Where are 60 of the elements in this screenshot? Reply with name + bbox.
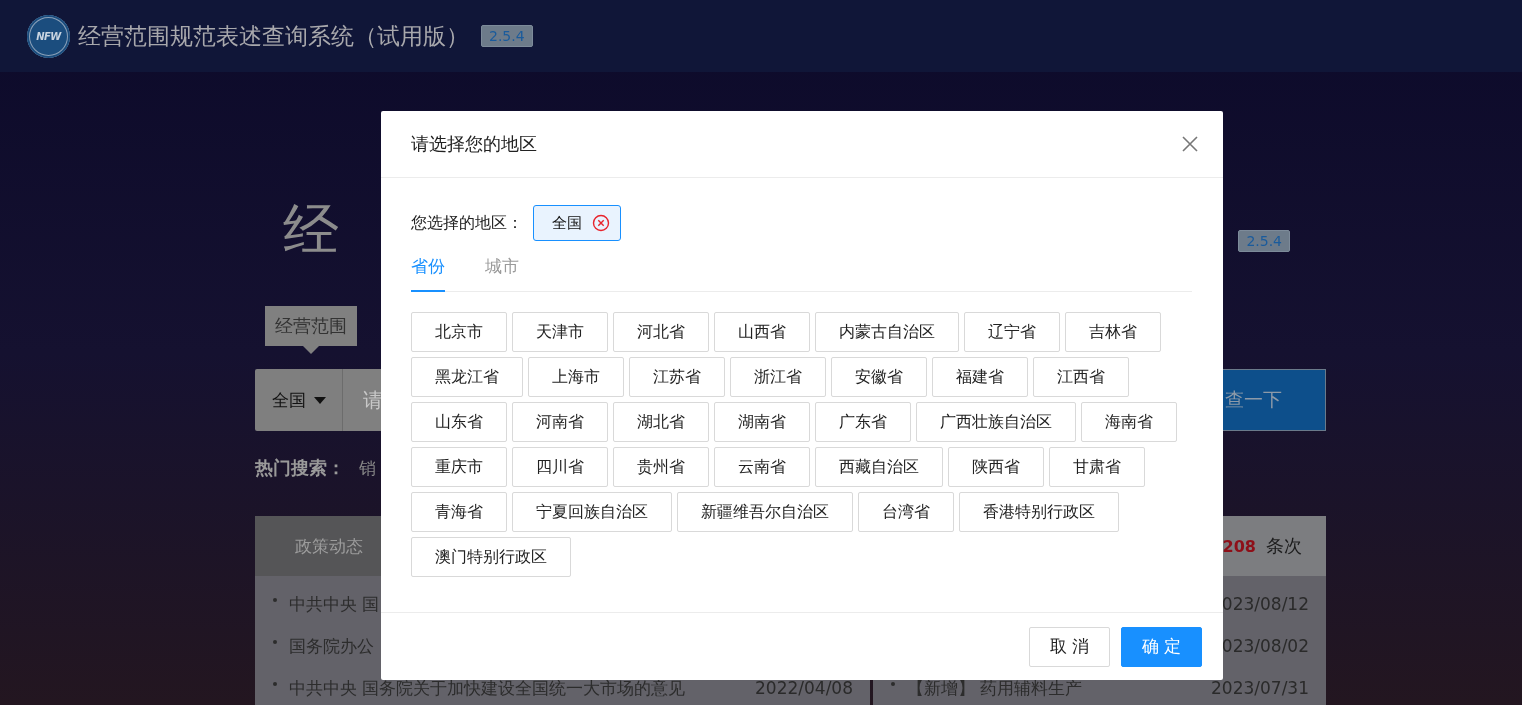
region-option[interactable]: 天津市 [512,312,608,352]
region-option[interactable]: 浙江省 [730,357,826,397]
caret-icon [313,396,326,404]
update-count: 208 [1222,536,1256,556]
region-option[interactable]: 陕西省 [948,447,1044,487]
region-option[interactable]: 贵州省 [613,447,709,487]
region-option[interactable]: 青海省 [411,492,507,532]
region-option[interactable]: 辽宁省 [964,312,1060,352]
hero-title: 经 [283,196,339,264]
category-tooltip: 经营范围 [265,306,357,354]
selected-region-label: 您选择的地区： [411,212,523,234]
hot-search-link[interactable]: 销 [359,456,376,480]
close-icon[interactable] [1182,136,1198,152]
region-option[interactable]: 云南省 [714,447,810,487]
region-option[interactable]: 福建省 [932,357,1028,397]
region-option[interactable]: 澳门特别行政区 [411,537,571,577]
region-option[interactable]: 新疆维吾尔自治区 [677,492,853,532]
news-date: 2023/07/31 [1211,678,1309,698]
region-option[interactable]: 江西省 [1033,357,1129,397]
region-option[interactable]: 安徽省 [831,357,927,397]
region-option[interactable]: 广东省 [815,402,911,442]
region-option[interactable]: 宁夏回族自治区 [512,492,672,532]
region-option[interactable]: 吉林省 [1065,312,1161,352]
region-option[interactable]: 山东省 [411,402,507,442]
bullet-icon [273,598,277,602]
region-option[interactable]: 山西省 [714,312,810,352]
news-date: 023/08/02 [1221,636,1309,656]
region-option[interactable]: 西藏自治区 [815,447,943,487]
region-option[interactable]: 重庆市 [411,447,507,487]
region-option[interactable]: 湖南省 [714,402,810,442]
region-option[interactable]: 甘肃省 [1049,447,1145,487]
region-option[interactable]: 香港特别行政区 [959,492,1119,532]
bullet-icon [891,682,895,686]
region-dropdown[interactable]: 全国 [255,369,343,431]
news-date: 2022/04/08 [755,678,853,698]
app-title: 经营范围规范表述查询系统（试用版） [78,21,469,51]
region-option[interactable]: 河北省 [613,312,709,352]
region-option[interactable]: 湖北省 [613,402,709,442]
version-badge: 2.5.4 [1238,230,1290,252]
region-option[interactable]: 广西壮族自治区 [916,402,1076,442]
region-option[interactable]: 上海市 [528,357,624,397]
remove-icon[interactable] [592,214,610,232]
selected-region-tag[interactable]: 全国 [533,205,621,241]
version-badge: 2.5.4 [481,25,533,47]
region-option[interactable]: 四川省 [512,447,608,487]
region-option[interactable]: 海南省 [1081,402,1177,442]
region-option[interactable]: 河南省 [512,402,608,442]
bullet-icon [273,682,277,686]
cancel-button[interactable]: 取 消 [1029,626,1110,667]
logo-icon: NFW [27,14,70,58]
region-option[interactable]: 北京市 [411,312,507,352]
bullet-icon [273,640,277,644]
region-option[interactable]: 内蒙古自治区 [815,312,959,352]
region-option[interactable]: 台湾省 [858,492,954,532]
hot-search-label: 热门搜索： [255,456,345,480]
dialog-title: 请选择您的地区 [411,132,537,156]
count-unit: 条次 [1266,534,1302,558]
region-option[interactable]: 江苏省 [629,357,725,397]
region-option[interactable]: 黑龙江省 [411,357,523,397]
news-date: 023/08/12 [1221,594,1309,614]
